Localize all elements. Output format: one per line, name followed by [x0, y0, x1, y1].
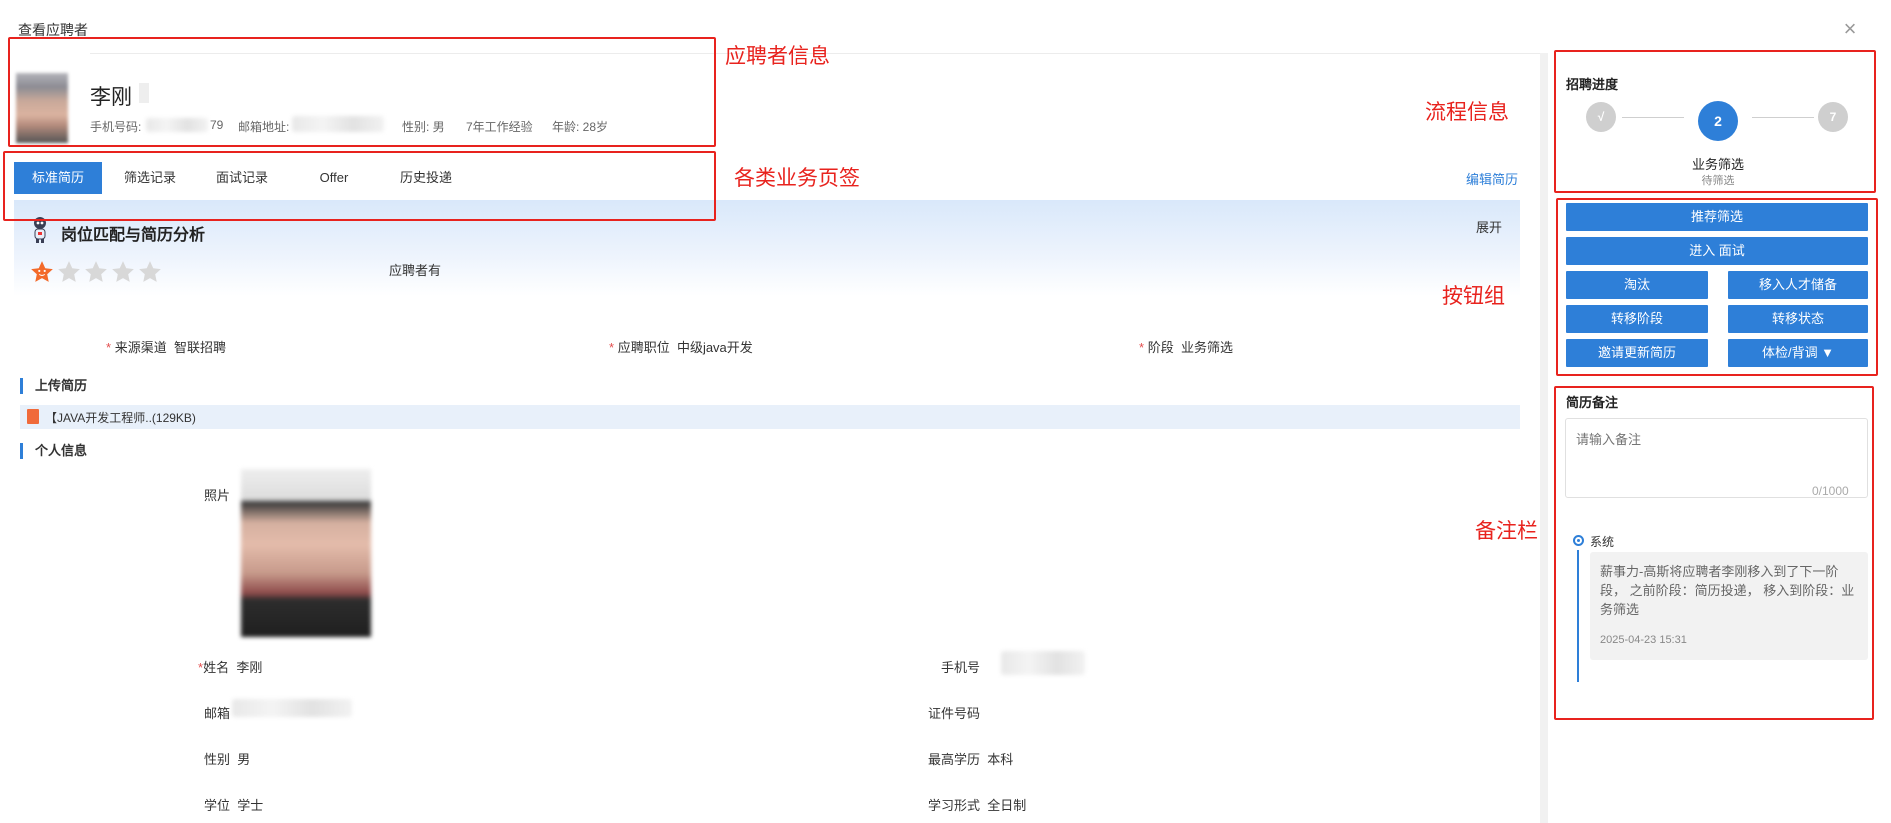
file-name[interactable]: 【JAVA开发工程师..(129KB) — [45, 409, 196, 426]
annotation-box-progress — [1554, 50, 1876, 193]
gender-value: 男 — [237, 752, 251, 767]
analysis-title: 岗位匹配与简历分析 — [61, 227, 206, 244]
degree-value: 学士 — [237, 798, 264, 813]
position-label: 应聘职位 — [617, 340, 670, 355]
file-item[interactable] — [20, 405, 1520, 429]
email-value-redaction — [232, 699, 352, 717]
annotation-label-applicant: 应聘者信息 — [725, 45, 830, 68]
name-label: 姓名 — [203, 660, 230, 675]
gender-label: 性别 — [204, 752, 231, 767]
degree-field: 学位 学士 — [204, 795, 263, 814]
personal-section-title: 个人信息 — [20, 443, 520, 459]
star-icon — [139, 261, 161, 282]
candidate-photo — [241, 469, 371, 637]
education-field: 最高学历 本科 — [928, 749, 1013, 768]
source-field: * 来源渠道 智联招聘 — [106, 340, 226, 355]
star-icon — [112, 261, 134, 282]
annotation-label-buttons: 按钮组 — [1442, 285, 1505, 308]
pdf-file-icon — [27, 409, 39, 424]
star-icon — [58, 261, 80, 282]
education-value: 本科 — [987, 752, 1014, 767]
edit-resume-link[interactable]: 编辑简历 — [1466, 169, 1518, 188]
study-value: 全日制 — [987, 798, 1027, 813]
expand-button[interactable]: 展开 — [1476, 217, 1502, 236]
stage-value: 业务筛选 — [1180, 340, 1233, 355]
name-field: *姓名 李刚 — [198, 660, 263, 675]
study-label: 学习形式 — [928, 798, 981, 813]
education-label: 最高学历 — [928, 752, 981, 767]
photo-label: 照片 — [204, 488, 231, 503]
close-icon[interactable]: × — [1839, 18, 1861, 40]
star-icon — [85, 261, 107, 282]
phone-field-label: 手机号 — [941, 660, 981, 675]
name-value: 李刚 — [236, 660, 263, 675]
position-value: 中级java开发 — [676, 340, 753, 355]
annotation-box-applicant — [8, 37, 716, 147]
source-value: 智联招聘 — [173, 340, 226, 355]
annotation-label-process: 流程信息 — [1425, 101, 1509, 124]
annotation-label-notes: 备注栏 — [1475, 520, 1538, 543]
star-icon-filled — [31, 261, 53, 282]
stage-field: * 阶段 业务筛选 — [1139, 340, 1233, 355]
phone-value-redaction — [1001, 651, 1085, 675]
stage-label: 阶段 — [1147, 340, 1174, 355]
annotation-label-tabs: 各类业务页签 — [734, 167, 860, 190]
upload-section-title: 上传简历 — [20, 378, 520, 394]
applicant-has-text: 应聘者有 — [389, 263, 442, 278]
source-label: 来源渠道 — [114, 340, 167, 355]
study-field: 学习形式 全日制 — [928, 795, 1026, 814]
gender-field: 性别 男 — [204, 749, 250, 768]
degree-label: 学位 — [204, 798, 231, 813]
main-scrollbar[interactable] — [1540, 53, 1548, 823]
email-field-label: 邮箱 — [204, 706, 231, 721]
annotation-box-buttons — [1556, 198, 1878, 376]
position-field: * 应聘职位 中级java开发 — [609, 340, 753, 355]
annotation-box-tabs — [3, 151, 716, 221]
id-field-label: 证件号码 — [928, 706, 981, 721]
annotation-box-notes — [1554, 386, 1874, 720]
